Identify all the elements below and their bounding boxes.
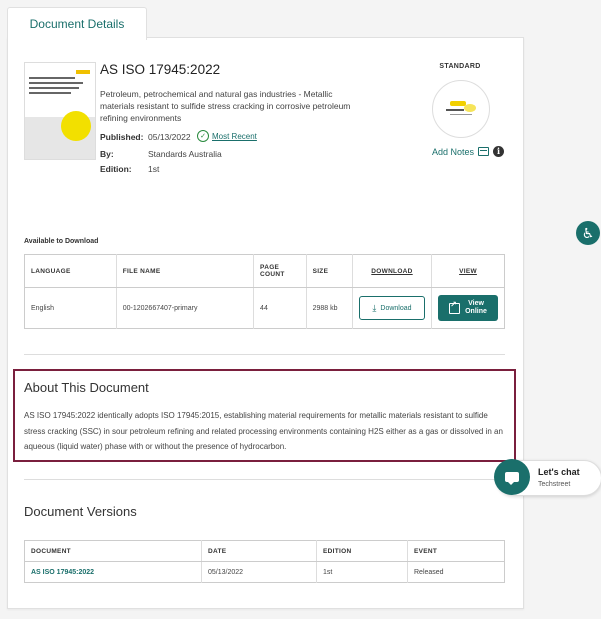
cell-view: ViewOnline bbox=[432, 288, 505, 329]
chat-subtitle: Techstreet bbox=[538, 481, 571, 488]
download-button[interactable]: ⤓ Download bbox=[358, 296, 425, 320]
publisher-value: Standards Australia bbox=[148, 149, 222, 159]
cell-edition: 1st bbox=[316, 561, 408, 583]
col-header-event: EVENT bbox=[407, 540, 505, 562]
document-cover-thumbnail[interactable] bbox=[24, 62, 96, 160]
check-circle-icon: ✓ bbox=[197, 130, 209, 142]
cover-title-line bbox=[29, 92, 71, 94]
col-header-page-count: PAGE COUNT bbox=[253, 254, 307, 288]
cell-event: Released bbox=[414, 568, 444, 576]
table-row: English 00-1202667407-primary 44 2988 kb… bbox=[24, 287, 505, 329]
download-table: LANGUAGE FILE NAME PAGE COUNT SIZE DOWNL… bbox=[24, 254, 505, 329]
document-description: Petroleum, petrochemical and natural gas… bbox=[100, 89, 351, 123]
versions-title: Document Versions bbox=[24, 504, 137, 519]
edition-value: 1st bbox=[148, 164, 160, 174]
table-row: AS ISO 17945:2022 05/13/2022 1st Release… bbox=[24, 561, 505, 583]
version-document-link[interactable]: AS ISO 17945:2022 bbox=[31, 569, 94, 576]
cover-sun-graphic bbox=[61, 111, 91, 141]
col-header-size: SIZE bbox=[306, 254, 353, 288]
cover-logo bbox=[76, 70, 90, 74]
cell-date: 05/13/2022 bbox=[201, 561, 317, 583]
cover-title-line bbox=[29, 77, 75, 79]
accessibility-icon[interactable]: ♿ bbox=[576, 221, 600, 245]
about-title: About This Document bbox=[24, 380, 149, 395]
cell-document: AS ISO 17945:2022 bbox=[24, 561, 202, 583]
standards-australia-logo bbox=[432, 80, 490, 138]
published-label: Published: bbox=[100, 132, 144, 142]
cell-download: ⤓ Download bbox=[352, 287, 433, 329]
tab-document-details[interactable]: Document Details bbox=[7, 7, 147, 40]
most-recent-link[interactable]: ✓ Most Recent bbox=[197, 130, 257, 142]
view-online-button[interactable]: ViewOnline bbox=[438, 295, 498, 321]
cover-title-line bbox=[29, 82, 83, 84]
add-notes-label: Add Notes bbox=[432, 146, 475, 157]
col-header-date: DATE bbox=[201, 540, 317, 562]
edition-label: Edition: bbox=[100, 164, 132, 174]
versions-table: DOCUMENT DATE EDITION EVENT AS ISO 17945… bbox=[24, 540, 505, 583]
col-header-document: DOCUMENT bbox=[24, 540, 202, 562]
add-notes-link[interactable]: Add Notes i bbox=[432, 146, 505, 157]
cell-size: 2988 kb bbox=[306, 287, 353, 329]
cell-page-count: 44 bbox=[253, 287, 307, 329]
col-header-language: LANGUAGE bbox=[24, 254, 117, 288]
most-recent-label: Most Recent bbox=[212, 131, 257, 141]
external-link-icon bbox=[449, 301, 461, 314]
divider bbox=[24, 354, 505, 355]
divider bbox=[24, 479, 505, 480]
document-title: AS ISO 17945:2022 bbox=[100, 62, 221, 77]
col-header-file-name: FILE NAME bbox=[116, 254, 255, 288]
col-header-view: VIEW bbox=[431, 254, 505, 288]
about-text: AS ISO 17945:2022 identically adopts ISO… bbox=[24, 411, 503, 451]
view-online-label: View Online bbox=[465, 300, 487, 315]
cell-file-name: 00-1202667407-primary bbox=[116, 287, 255, 329]
col-header-download: DOWNLOAD bbox=[352, 254, 433, 288]
chat-title: Let's chat bbox=[538, 467, 580, 477]
col-header-edition: EDITION bbox=[316, 540, 408, 562]
available-to-download-label: Available to Download bbox=[24, 238, 99, 245]
note-icon bbox=[478, 147, 490, 156]
download-button-label: Download bbox=[380, 304, 412, 312]
cover-title-line bbox=[29, 87, 79, 89]
chat-icon[interactable] bbox=[494, 459, 530, 495]
download-icon: ⤓ bbox=[372, 302, 377, 313]
cell-language: English bbox=[24, 287, 117, 329]
info-icon[interactable]: i bbox=[493, 146, 505, 157]
standard-label: STANDARD bbox=[439, 63, 481, 70]
published-value: 05/13/2022 bbox=[148, 132, 191, 142]
by-label: By: bbox=[100, 149, 114, 159]
